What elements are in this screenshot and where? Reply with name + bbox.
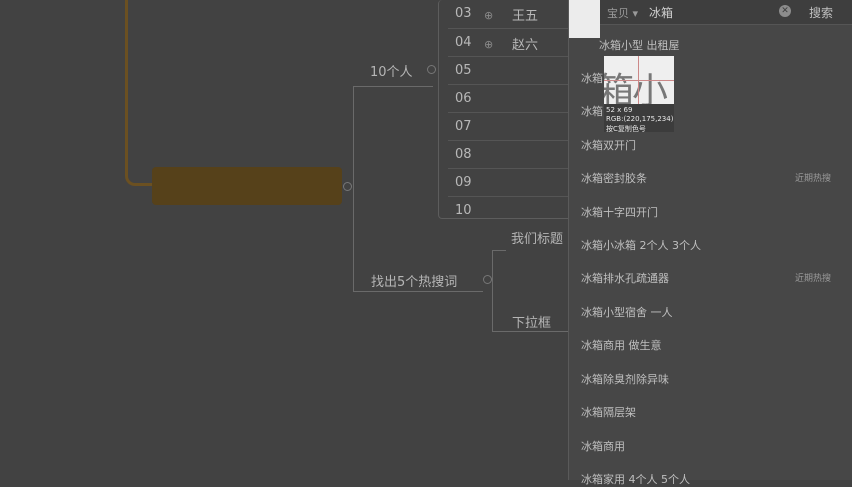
branch-connector xyxy=(353,86,354,292)
suggestion-item[interactable]: 冰箱商用 xyxy=(581,438,625,454)
list-row[interactable]: 03 ⊕ 王五 xyxy=(454,0,574,28)
search-bar: 宝贝 ▾ 冰箱 ✕ 搜索 xyxy=(569,0,852,25)
suggestion-item[interactable]: 冰箱隔层架 xyxy=(581,404,636,420)
brown-connector xyxy=(125,0,155,186)
suggestion-item[interactable]: 冰箱双开门 xyxy=(581,137,636,153)
suggestion-item[interactable]: 冰箱小冰箱 2个人 3个人 xyxy=(581,237,701,253)
crosshair xyxy=(604,80,674,81)
color-readout: RGB:(220,175,234) xyxy=(606,115,674,123)
list-row[interactable]: 04 ⊕ 赵六 xyxy=(454,29,574,57)
magnified-preview: 箱小 xyxy=(604,56,674,104)
suggestion-item[interactable]: 冰箱小型 出租屋 xyxy=(599,37,680,53)
branch-knob[interactable] xyxy=(483,275,492,284)
search-input[interactable]: 冰箱 xyxy=(649,4,673,21)
search-scope-select[interactable]: 宝贝 ▾ xyxy=(607,5,638,21)
hot-search-badge: 近期热搜 xyxy=(795,274,832,284)
list-row[interactable]: 07 xyxy=(454,113,574,141)
suggestion-item[interactable]: 冰箱 xyxy=(581,70,603,86)
list-row[interactable]: 10 xyxy=(454,197,574,225)
central-topic-node[interactable] xyxy=(152,167,342,205)
suggestion-item[interactable]: 冰箱小型宿舍 一人 xyxy=(581,304,673,320)
suggestion-item[interactable]: 冰箱排水孔疏通器 xyxy=(581,270,669,286)
list-row[interactable]: 08 xyxy=(454,141,574,169)
branch-connector xyxy=(353,86,433,87)
list-row[interactable]: 06 xyxy=(454,85,574,113)
sub-connector xyxy=(492,250,506,251)
suggestion-item[interactable]: 冰箱家用 4个人 5个人 xyxy=(581,471,690,487)
copy-color-hint: 按C复制色号 xyxy=(606,125,646,133)
bullet-icon: ⊕ xyxy=(484,38,494,51)
hot-search-badge: 近期热搜 xyxy=(795,174,832,184)
brown-connector-top xyxy=(125,0,435,5)
capture-size: 52 x 69 xyxy=(606,106,633,114)
sub-connector xyxy=(492,250,493,332)
suggestion-item[interactable]: 冰箱商用 做生意 xyxy=(581,337,662,353)
branch-knob[interactable] xyxy=(427,65,436,74)
suggestion-item[interactable]: 冰箱 xyxy=(581,103,603,119)
sub-topic-dropdown[interactable]: 下拉框 xyxy=(512,312,551,331)
screen-capture-region xyxy=(569,0,600,38)
clear-icon[interactable]: ✕ xyxy=(779,5,791,17)
color-picker-magnifier: 箱小 52 x 69 RGB:(220,175,234) 按C复制色号 xyxy=(604,56,674,133)
suggestion-item[interactable]: 冰箱十字四开门 xyxy=(581,204,658,220)
collapse-knob[interactable] xyxy=(343,182,352,191)
suggestion-item[interactable]: 冰箱密封胶条 xyxy=(581,170,647,186)
suggestion-item[interactable]: 冰箱除臭剂除异味 xyxy=(581,371,669,387)
sub-topic-title[interactable]: 我们标题 xyxy=(511,228,563,247)
bullet-icon: ⊕ xyxy=(484,9,494,22)
list-row[interactable]: 09 xyxy=(454,169,574,197)
branch-connector xyxy=(353,291,483,292)
list-row[interactable]: 05 xyxy=(454,57,574,85)
branch-hot-search[interactable]: 找出5个热搜词 xyxy=(371,271,457,290)
branch-10-people[interactable]: 10个人 xyxy=(370,61,413,80)
search-button[interactable]: 搜索 xyxy=(809,4,833,21)
sub-connector xyxy=(492,331,568,332)
